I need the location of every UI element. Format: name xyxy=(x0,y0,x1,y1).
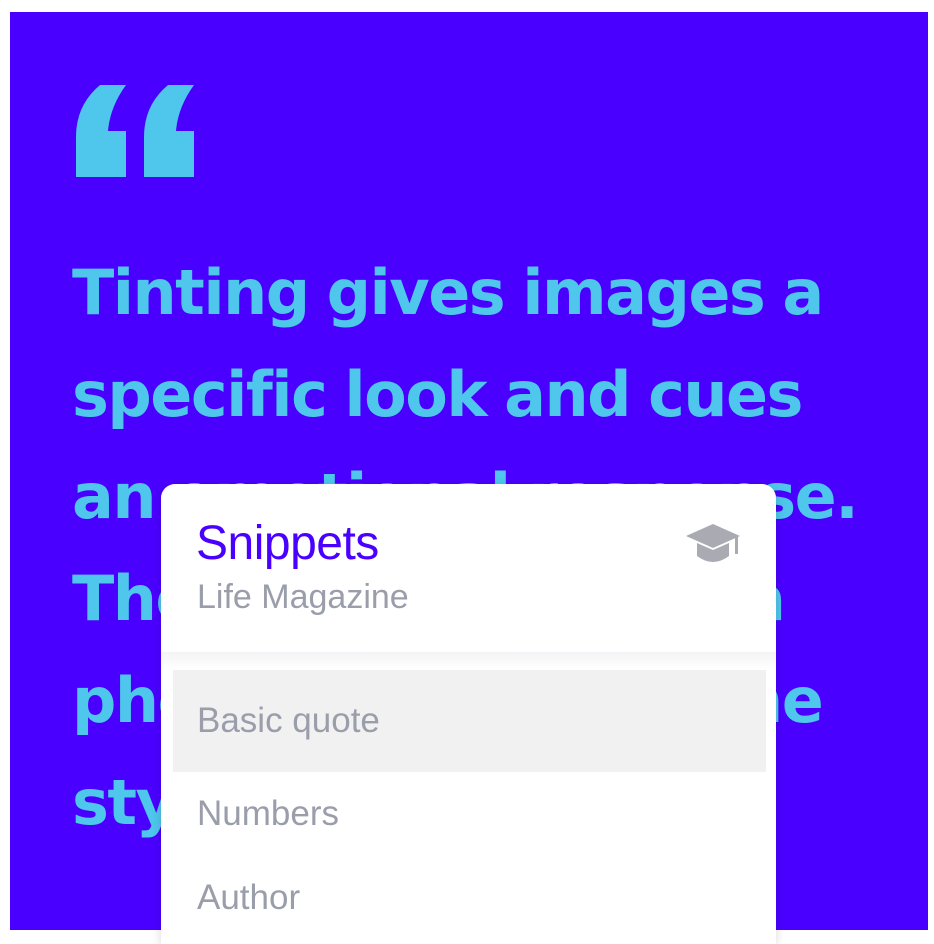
snippet-item-basic-quote[interactable]: Basic quote xyxy=(173,670,766,772)
graduation-cap-icon[interactable] xyxy=(684,522,742,568)
quote-icon xyxy=(76,85,194,177)
panel-title: Snippets xyxy=(196,517,379,570)
snippets-panel: Snippets Life Magazine Basic quote Numbe… xyxy=(161,484,776,944)
panel-header: Snippets Life Magazine xyxy=(161,484,776,653)
panel-subtitle: Life Magazine xyxy=(197,578,409,616)
snippet-item-author[interactable]: Author xyxy=(173,856,766,940)
snippet-item-numbers[interactable]: Numbers xyxy=(173,772,766,856)
snippet-list: Basic quote Numbers Author xyxy=(173,670,766,940)
header-shadow xyxy=(161,652,776,670)
